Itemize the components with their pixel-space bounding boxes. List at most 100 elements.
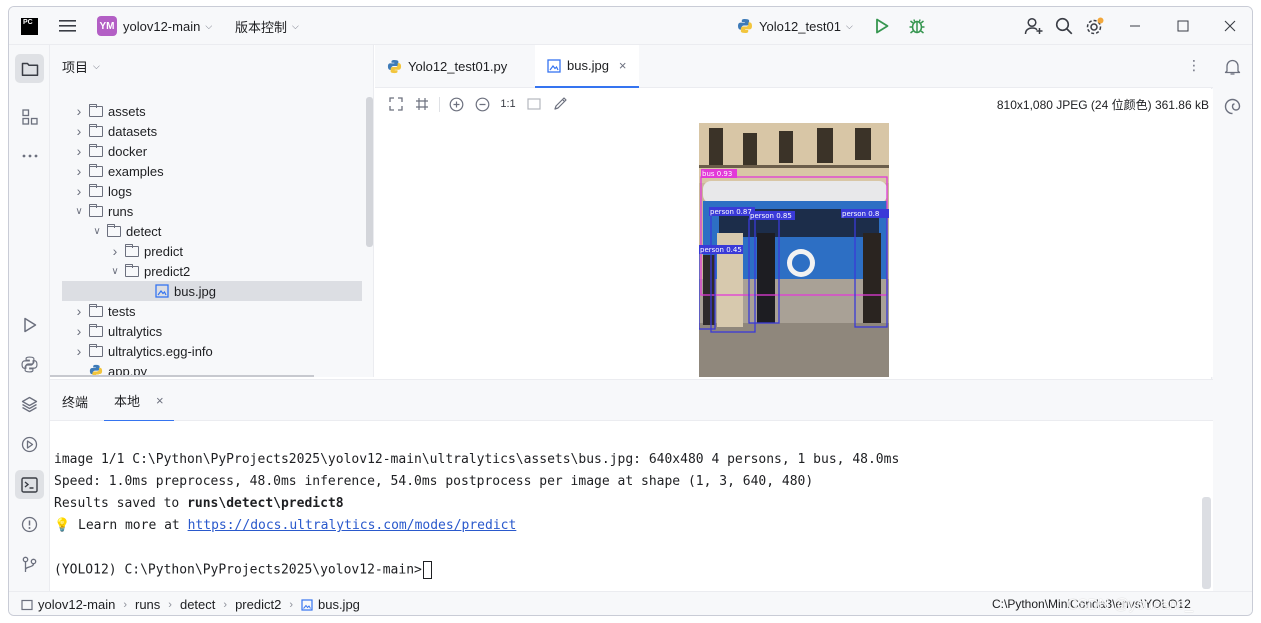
- tree-item-label: predict2: [144, 263, 191, 279]
- tree-item[interactable]: › predict: [50, 241, 350, 261]
- services-icon[interactable]: [15, 430, 44, 459]
- fit-to-window-icon[interactable]: [387, 95, 405, 113]
- chevron-right-icon[interactable]: ›: [108, 243, 122, 259]
- menu-icon[interactable]: [59, 7, 77, 45]
- chevron-right-icon[interactable]: ›: [72, 123, 86, 139]
- chevron-right-icon[interactable]: ›: [72, 343, 86, 359]
- project-badge: YM: [97, 16, 117, 36]
- debug-icon[interactable]: [908, 7, 926, 45]
- ai-assistant-icon[interactable]: [1218, 92, 1247, 121]
- vcs-menu[interactable]: 版本控制 ⌵: [235, 7, 299, 45]
- chevron-right-icon: ›: [223, 598, 228, 611]
- tab-bus-jpg[interactable]: bus.jpg ×: [535, 45, 639, 88]
- git-icon[interactable]: [15, 550, 44, 579]
- chevron-down-icon[interactable]: ∨: [90, 226, 104, 237]
- grid-icon[interactable]: [413, 95, 431, 113]
- tree-item[interactable]: bus.jpg: [62, 281, 362, 301]
- run-panel-icon[interactable]: [15, 310, 44, 339]
- detection-label: person 0.45: [700, 246, 742, 254]
- tree-item[interactable]: ∨ runs: [50, 201, 350, 221]
- layers-icon[interactable]: [15, 390, 44, 419]
- tree-item-label: detect: [126, 223, 162, 239]
- run-config-label: Yolo12_test01: [759, 18, 841, 34]
- zoom-out-icon[interactable]: [473, 95, 491, 113]
- project-switcher[interactable]: YM yolov12-main ⌵: [97, 7, 212, 45]
- tab-yolo12-test01[interactable]: Yolo12_test01.py: [375, 45, 519, 88]
- ide-window: PC YM yolov12-main ⌵ 版本控制 ⌵ Yolo12_test0…: [8, 6, 1253, 616]
- close-tab-icon[interactable]: ×: [156, 393, 164, 408]
- right-tool-strip: [1211, 45, 1252, 591]
- chevron-right-icon[interactable]: ›: [72, 103, 86, 119]
- problems-icon[interactable]: [15, 510, 44, 539]
- tree-scrollbar[interactable]: [366, 97, 373, 247]
- background-icon[interactable]: [525, 95, 543, 113]
- tab-terminal[interactable]: 终端: [52, 380, 98, 422]
- zoom-in-icon[interactable]: [447, 95, 465, 113]
- folder-icon: [125, 243, 139, 257]
- project-panel-header[interactable]: 项目 ⌵: [50, 45, 373, 87]
- chevron-down-icon[interactable]: ∨: [72, 206, 86, 217]
- tree-item-label: datasets: [108, 123, 158, 139]
- notifications-icon[interactable]: [1218, 52, 1247, 81]
- breadcrumb-item[interactable]: yolov12-main: [21, 597, 115, 612]
- gear-icon[interactable]: [1085, 7, 1104, 45]
- run-config-selector[interactable]: Yolo12_test01 ⌵: [737, 7, 853, 45]
- close-tab-icon[interactable]: ×: [619, 58, 627, 73]
- python-console-icon[interactable]: [15, 350, 44, 379]
- structure-icon[interactable]: [15, 102, 44, 131]
- terminal-scrollbar[interactable]: [1202, 497, 1211, 589]
- chevron-right-icon[interactable]: ›: [72, 303, 86, 319]
- breadcrumb-label: predict2: [235, 597, 282, 612]
- run-icon[interactable]: [875, 7, 889, 45]
- chevron-right-icon[interactable]: ›: [72, 323, 86, 339]
- image-info: 810x1,080 JPEG (24 位颜色) 361.86 kB: [996, 98, 1209, 112]
- toolbar-divider: [439, 97, 440, 112]
- tree-item[interactable]: › datasets: [50, 121, 350, 141]
- search-icon[interactable]: [1055, 7, 1073, 45]
- terminal-text: Results saved to: [54, 496, 188, 511]
- folder-icon: [89, 123, 103, 137]
- chevron-right-icon[interactable]: ›: [72, 163, 86, 179]
- terminal-icon[interactable]: [15, 470, 44, 499]
- terminal-line: Results saved to runs\detect\predict8: [54, 496, 344, 511]
- breadcrumb-label: yolov12-main: [38, 597, 116, 612]
- image-file-icon: [301, 598, 313, 611]
- tree-item[interactable]: › assets: [50, 101, 350, 121]
- tree-item[interactable]: ∨ detect: [50, 221, 350, 241]
- color-picker-icon[interactable]: [551, 95, 569, 113]
- maximize-icon[interactable]: [1177, 7, 1189, 45]
- tree-item-label: logs: [108, 183, 132, 199]
- chevron-right-icon[interactable]: ›: [72, 183, 86, 199]
- chevron-right-icon[interactable]: ›: [72, 143, 86, 159]
- terminal-output[interactable]: image 1/1 C:\Python\PyProjects2025\yolov…: [50, 421, 1213, 591]
- tree-item[interactable]: › ultralytics: [50, 321, 350, 341]
- minimize-icon[interactable]: [1129, 7, 1141, 45]
- close-icon[interactable]: [1224, 7, 1236, 45]
- project-folder-icon[interactable]: [15, 54, 44, 83]
- breadcrumb-item[interactable]: detect: [180, 597, 215, 612]
- chevron-down-icon: ⌵: [205, 20, 213, 31]
- tree-item[interactable]: › ultralytics.egg-info: [50, 341, 350, 361]
- folder-icon: [89, 143, 103, 157]
- docs-link[interactable]: https://docs.ultralytics.com/modes/predi…: [188, 518, 517, 533]
- tree-item-label: examples: [108, 163, 164, 179]
- tree-item[interactable]: › examples: [50, 161, 350, 181]
- breadcrumb-item[interactable]: predict2: [235, 597, 281, 612]
- tab-local[interactable]: 本地 ×: [104, 380, 174, 422]
- tree-hscrollbar[interactable]: [50, 375, 314, 377]
- terminal-cursor[interactable]: [422, 561, 432, 579]
- tree-item[interactable]: › docker: [50, 141, 350, 161]
- tree-item[interactable]: › tests: [50, 301, 350, 321]
- add-user-icon[interactable]: [1024, 7, 1044, 45]
- python-icon: [738, 19, 752, 33]
- image-file-icon: [547, 58, 561, 73]
- actual-size-button[interactable]: 1:1: [499, 95, 517, 113]
- image-toolbar: 1:1 810x1,080 JPEG (24 位颜色) 361.86 kB: [375, 89, 1213, 119]
- breadcrumb-item[interactable]: runs: [135, 597, 160, 612]
- breadcrumb-item[interactable]: bus.jpg: [301, 597, 360, 612]
- tree-item[interactable]: › logs: [50, 181, 350, 201]
- more-options-icon[interactable]: ⋮: [1187, 57, 1201, 74]
- more-icon[interactable]: [15, 141, 44, 170]
- tree-item[interactable]: ∨ predict2: [50, 261, 350, 281]
- chevron-down-icon[interactable]: ∨: [108, 266, 122, 277]
